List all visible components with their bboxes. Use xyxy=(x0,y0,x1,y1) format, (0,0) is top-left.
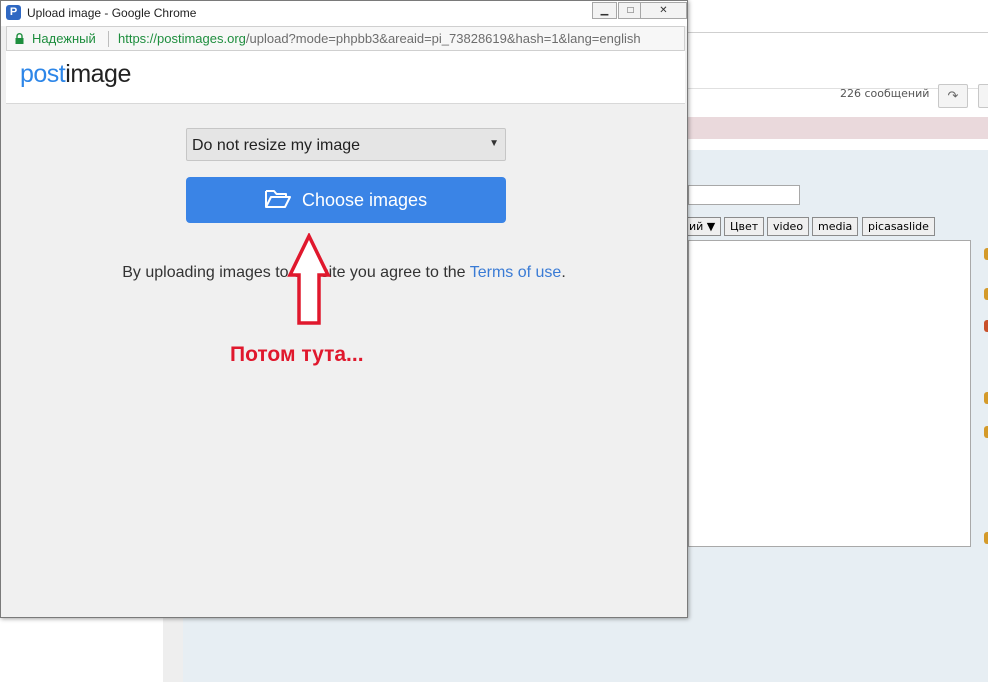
smiley-icon[interactable] xyxy=(984,320,988,332)
smiley-icon[interactable] xyxy=(984,532,988,544)
address-bar[interactable]: Надежный https://postimages.org/upload?m… xyxy=(6,26,685,51)
picasaslide-button[interactable]: picasaslide xyxy=(862,217,935,236)
smiley-icon[interactable] xyxy=(984,426,988,438)
secure-label: Надежный xyxy=(32,31,96,46)
url-path: /upload?mode=phpbb3&areaid=pi_73828619&h… xyxy=(245,31,641,46)
url-host: https://postimages.org xyxy=(118,31,246,46)
choose-images-label: Choose images xyxy=(302,190,428,210)
dropdown-arrow-icon: ▼ xyxy=(489,138,499,149)
annotation-text: Потом тута... xyxy=(230,343,364,366)
postimage-logo[interactable]: postimage xyxy=(20,60,131,89)
minimize-button[interactable]: ▁ xyxy=(592,2,617,19)
annotation-arrow-icon xyxy=(287,233,331,325)
background-notice-bar xyxy=(688,117,988,139)
url-text[interactable]: https://postimages.org/upload?mode=phpbb… xyxy=(118,31,683,46)
message-count: 226 сообщений xyxy=(840,87,930,100)
color-button[interactable]: Цвет xyxy=(724,217,765,236)
site-header: postimage xyxy=(6,51,685,104)
folder-open-icon xyxy=(265,190,291,208)
terms-of-use-link[interactable]: Terms of use xyxy=(470,264,562,281)
resize-selected-value: Do not resize my image xyxy=(192,137,361,154)
video-button[interactable]: video xyxy=(767,217,810,236)
subject-input[interactable] xyxy=(688,185,800,205)
choose-images-button[interactable]: Choose images xyxy=(186,177,506,223)
resize-select[interactable]: Do not resize my image ▼ xyxy=(186,128,506,161)
window-title: Upload image - Google Chrome xyxy=(27,6,197,20)
terms-notice: By uploading images to our site you agre… xyxy=(1,264,687,282)
postimage-app-icon: P xyxy=(6,5,21,20)
upload-popup-window: P Upload image - Google Chrome ▁ □ ✕ Над… xyxy=(0,0,688,618)
smiley-icon[interactable] xyxy=(984,288,988,300)
lock-icon xyxy=(15,33,24,44)
address-separator xyxy=(108,31,109,47)
reply-icon[interactable]: ↷ xyxy=(938,84,968,108)
background-address-bar xyxy=(688,32,988,64)
back-icon[interactable]: ◂ xyxy=(978,84,988,108)
logo-part-post: post xyxy=(20,60,66,88)
smiley-icon[interactable] xyxy=(984,392,988,404)
message-textarea[interactable] xyxy=(688,240,971,547)
terms-end: . xyxy=(561,264,566,281)
smiley-icon[interactable] xyxy=(984,248,988,260)
window-titlebar[interactable]: P Upload image - Google Chrome ▁ □ ✕ xyxy=(1,1,687,26)
close-button[interactable]: ✕ xyxy=(640,2,687,19)
media-button[interactable]: media xyxy=(812,217,859,236)
background-left-strip xyxy=(163,618,183,682)
font-select[interactable]: ий ▼ xyxy=(684,217,722,236)
logo-part-image: image xyxy=(65,60,131,88)
font-select-label: ий xyxy=(689,220,704,233)
